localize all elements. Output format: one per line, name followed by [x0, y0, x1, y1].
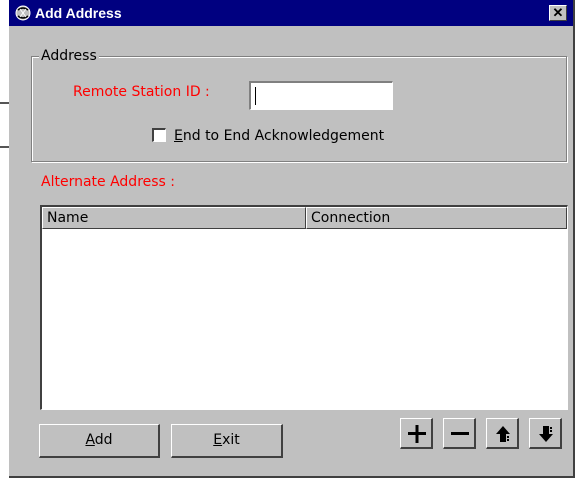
text-caret: [255, 87, 256, 105]
exit-button[interactable]: Exit: [171, 424, 283, 458]
move-up-button[interactable]: [486, 418, 519, 449]
alternate-address-label: Alternate Address :: [41, 174, 176, 190]
background-divider: [0, 102, 9, 104]
e2e-ack-label-rest: nd to End Acknowledgement: [182, 128, 385, 144]
add-button[interactable]: Add: [39, 424, 160, 458]
remote-station-label: Remote Station ID :: [73, 84, 210, 100]
add-alternate-button[interactable]: [400, 418, 433, 449]
column-header-name[interactable]: Name: [42, 207, 306, 229]
background-divider: [0, 146, 9, 148]
title-bar[interactable]: Add Address ✕: [9, 0, 573, 26]
plus-icon: [408, 425, 426, 443]
move-down-button[interactable]: [529, 418, 562, 449]
column-header-connection[interactable]: Connection: [306, 207, 567, 229]
arrow-up-icon: [496, 426, 510, 442]
add-button-accel: A: [85, 432, 95, 448]
add-address-dialog: Add Address ✕ Address Remote Station ID …: [9, 0, 575, 478]
alternate-address-list[interactable]: Name Connection: [40, 205, 568, 410]
remove-alternate-button[interactable]: [443, 418, 476, 449]
address-group-legend: Address: [39, 47, 99, 65]
exit-button-label: xit: [222, 432, 240, 448]
e2e-ack-label-accel: E: [174, 128, 183, 144]
background-window-edge: [0, 0, 9, 480]
e2e-ack-label[interactable]: End to End Acknowledgement: [174, 127, 384, 145]
arrow-down-icon: [539, 426, 553, 442]
add-button-label: dd: [94, 432, 113, 448]
window-title: Add Address: [35, 5, 122, 21]
close-icon[interactable]: ✕: [549, 5, 567, 21]
minus-icon: [451, 432, 469, 435]
exit-button-accel: E: [213, 432, 223, 448]
e2e-ack-checkbox[interactable]: [152, 128, 166, 142]
list-header: Name Connection: [42, 207, 567, 229]
app-icon: [14, 4, 32, 22]
remote-station-input[interactable]: [249, 81, 393, 110]
